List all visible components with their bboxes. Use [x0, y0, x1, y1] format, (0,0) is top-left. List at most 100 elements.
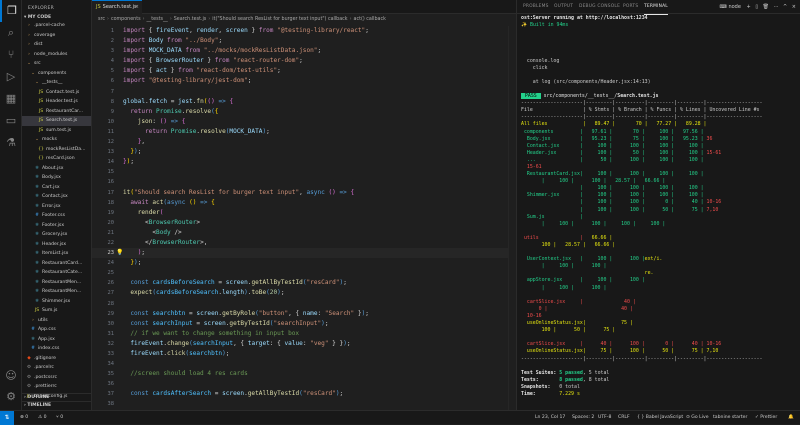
files-icon[interactable]: ❐ — [0, 0, 22, 22]
file-tree-item[interactable]: JSHeader.test.js — [22, 97, 91, 107]
code-line[interactable]: 26 const cardsBeforeSearch = screen.getA… — [92, 278, 516, 288]
code-line[interactable]: 6import "@testing-library/jest-dom"; — [92, 76, 516, 86]
code-line[interactable]: 31 // if we want to change something in … — [92, 329, 516, 339]
file-tree-item[interactable]: ⚛Contact.jsx — [22, 192, 91, 202]
code-line[interactable]: 38 — [92, 399, 516, 409]
file-tree-item[interactable]: ›coverage — [22, 31, 91, 41]
breadcrumb-item[interactable]: __tests__ — [147, 17, 168, 22]
file-tree-item[interactable]: JSsum.test.js — [22, 126, 91, 136]
file-tree-item[interactable]: ⚛Body.jsx — [22, 173, 91, 183]
tab-search-test[interactable]: JSSearch.test.js × — [92, 0, 142, 14]
file-tree-item[interactable]: ⌄mocks — [22, 135, 91, 145]
errors-status[interactable]: ⊗ 0 — [20, 411, 28, 424]
new-terminal-icon[interactable]: + — [747, 4, 751, 10]
ports-status[interactable]: ⑂ 0 — [56, 411, 63, 424]
code-line[interactable]: 7 — [92, 87, 516, 97]
code-line[interactable]: 33 fireEvent.click(searchbtn); — [92, 349, 516, 359]
code-line[interactable]: 10 json: () => { — [92, 117, 516, 127]
breadcrumb-item[interactable]: act() callback — [354, 17, 386, 22]
notifications-bell-icon[interactable]: 🔔 — [788, 411, 794, 424]
remote-indicator[interactable]: ⇅ — [0, 411, 14, 425]
code-line[interactable]: 4import { BrowserRouter } from "react-ro… — [92, 56, 516, 66]
code-line[interactable]: 21 <Body /> — [92, 228, 516, 238]
file-tree-item[interactable]: ⚛Cart.jsx — [22, 183, 91, 193]
code-line[interactable]: 27 expect(cardsBeforeSearch.length).toBe… — [92, 288, 516, 298]
breadcrumb-item[interactable]: src — [98, 17, 105, 22]
warnings-status[interactable]: ⚠ 0 — [38, 411, 47, 424]
file-tree-item[interactable]: {}resCard.json — [22, 154, 91, 164]
file-tree-item[interactable]: #Footer.css — [22, 211, 91, 221]
file-tree-item[interactable]: JSSearch.test.js — [22, 116, 91, 126]
code-line[interactable]: 34 — [92, 359, 516, 369]
code-line[interactable]: 29 const searchbtn = screen.getByRole("b… — [92, 309, 516, 319]
breadcrumb-item[interactable]: components — [111, 17, 141, 22]
code-line[interactable]: 8global.fetch = jest.fn(() => { — [92, 97, 516, 107]
file-tree-item[interactable]: ⚛RestaurantMen... — [22, 278, 91, 288]
file-tree-item[interactable]: ›.parcel-cache — [22, 21, 91, 31]
prettier-status[interactable]: ✓ Prettier — [755, 411, 777, 424]
line-ending[interactable]: CRLF — [618, 411, 630, 424]
file-tree-item[interactable]: ⚙.prettierrc — [22, 382, 91, 392]
cursor-position[interactable]: Ln 23, Col 17 — [535, 411, 565, 424]
tab-debug-console[interactable]: DEBUG CONSOLE — [579, 0, 620, 14]
file-tree-item[interactable]: JSContact.test.js — [22, 88, 91, 98]
file-tree-item[interactable]: ⌄__tests__ — [22, 78, 91, 88]
outline-section[interactable]: › OUTLINE — [22, 393, 92, 401]
breadcrumb-item[interactable]: Search.test.js — [174, 17, 207, 22]
file-tree-item[interactable]: ⚛About.jsx — [22, 164, 91, 174]
code-line[interactable]: 20 <BrowserRouter> — [92, 218, 516, 228]
tab-output[interactable]: OUTPUT — [554, 0, 573, 14]
code-line[interactable]: 1import { fireEvent, render, screen } fr… — [92, 26, 516, 36]
code-line[interactable]: 14}); — [92, 157, 516, 167]
file-tree-item[interactable]: {}mockResListDa... — [22, 145, 91, 155]
code-line[interactable]: 37 const cardsAfterSearch = screen.getAl… — [92, 389, 516, 399]
timeline-section[interactable]: › TIMELINE — [22, 401, 92, 409]
breadcrumb-item[interactable]: it("Should search ResList for burger tex… — [212, 17, 347, 22]
file-tree-item[interactable]: ⚛Error.jsx — [22, 202, 91, 212]
code-line[interactable]: 36 — [92, 379, 516, 389]
settings-gear-icon[interactable]: ⚙ — [0, 386, 22, 408]
file-tree-item[interactable]: ⚛Header.jsx — [22, 240, 91, 250]
file-tree-item[interactable]: ⚛Grocery.jsx — [22, 230, 91, 240]
file-tree-item[interactable]: ⚛RestaurantCard... — [22, 259, 91, 269]
file-tree-item[interactable]: ⚛RestaurantCate... — [22, 268, 91, 278]
code-line[interactable]: 22 </BrowserRouter>, — [92, 238, 516, 248]
code-line[interactable]: 3import MOCK_DATA from "../mocks/mockRes… — [92, 46, 516, 56]
run-debug-icon[interactable]: ▷ — [0, 66, 22, 88]
file-tree-item[interactable]: #index.css — [22, 344, 91, 354]
source-control-icon[interactable]: ⑂ — [0, 44, 22, 66]
code-line[interactable]: 19 render( — [92, 208, 516, 218]
file-tree-item[interactable]: ›utils — [22, 316, 91, 326]
minimap[interactable] — [508, 26, 516, 410]
close-tab-icon[interactable]: × — [135, 1, 139, 14]
file-tree-item[interactable]: JSRestaurantCar... — [22, 107, 91, 117]
code-line[interactable]: 16 — [92, 177, 516, 187]
code-line[interactable]: 25 — [92, 268, 516, 278]
code-line[interactable]: 5import { act } from "react-dom/test-uti… — [92, 66, 516, 76]
code-line[interactable]: 23💡 ); — [92, 248, 516, 258]
close-panel-icon[interactable]: × — [792, 4, 796, 10]
code-line[interactable]: 11 return Promise.resolve(MOCK_DATA); — [92, 127, 516, 137]
file-tree-item[interactable]: ›node_modules — [22, 50, 91, 60]
code-line[interactable]: 9 return Promise.resolve({ — [92, 107, 516, 117]
tab-terminal[interactable]: TERMINAL — [644, 0, 668, 15]
accounts-icon[interactable]: ☺ — [0, 365, 22, 387]
code-line[interactable]: 18 await act(async () => { — [92, 198, 516, 208]
language-mode[interactable]: { } Babel JavaScript — [637, 411, 683, 424]
maximize-panel-icon[interactable]: ^ — [783, 4, 787, 10]
split-terminal-icon[interactable]: ▯ — [755, 4, 758, 10]
file-tree-item[interactable]: ›dist — [22, 40, 91, 50]
code-line[interactable]: 24 }); — [92, 258, 516, 268]
code-line[interactable]: 28 — [92, 299, 516, 309]
extensions-icon[interactable]: ▦ — [0, 88, 22, 110]
code-line[interactable]: 12 }, — [92, 137, 516, 147]
project-folder-header[interactable]: ▾ MY CODE — [22, 14, 91, 21]
file-tree-item[interactable]: ⚙.parcelrc — [22, 363, 91, 373]
search-icon[interactable]: ⌕ — [0, 22, 22, 44]
terminal-output[interactable]: ost:Server running at http://localhost:1… — [521, 15, 799, 408]
file-tree-item[interactable]: ⚛Footer.jsx — [22, 221, 91, 231]
file-tree-item[interactable]: ⌄src — [22, 59, 91, 69]
go-live-button[interactable]: ⊙ Go Live — [686, 411, 709, 424]
file-tree-item[interactable]: #App.css — [22, 325, 91, 335]
code-editor[interactable]: 1import { fireEvent, render, screen } fr… — [92, 26, 516, 410]
